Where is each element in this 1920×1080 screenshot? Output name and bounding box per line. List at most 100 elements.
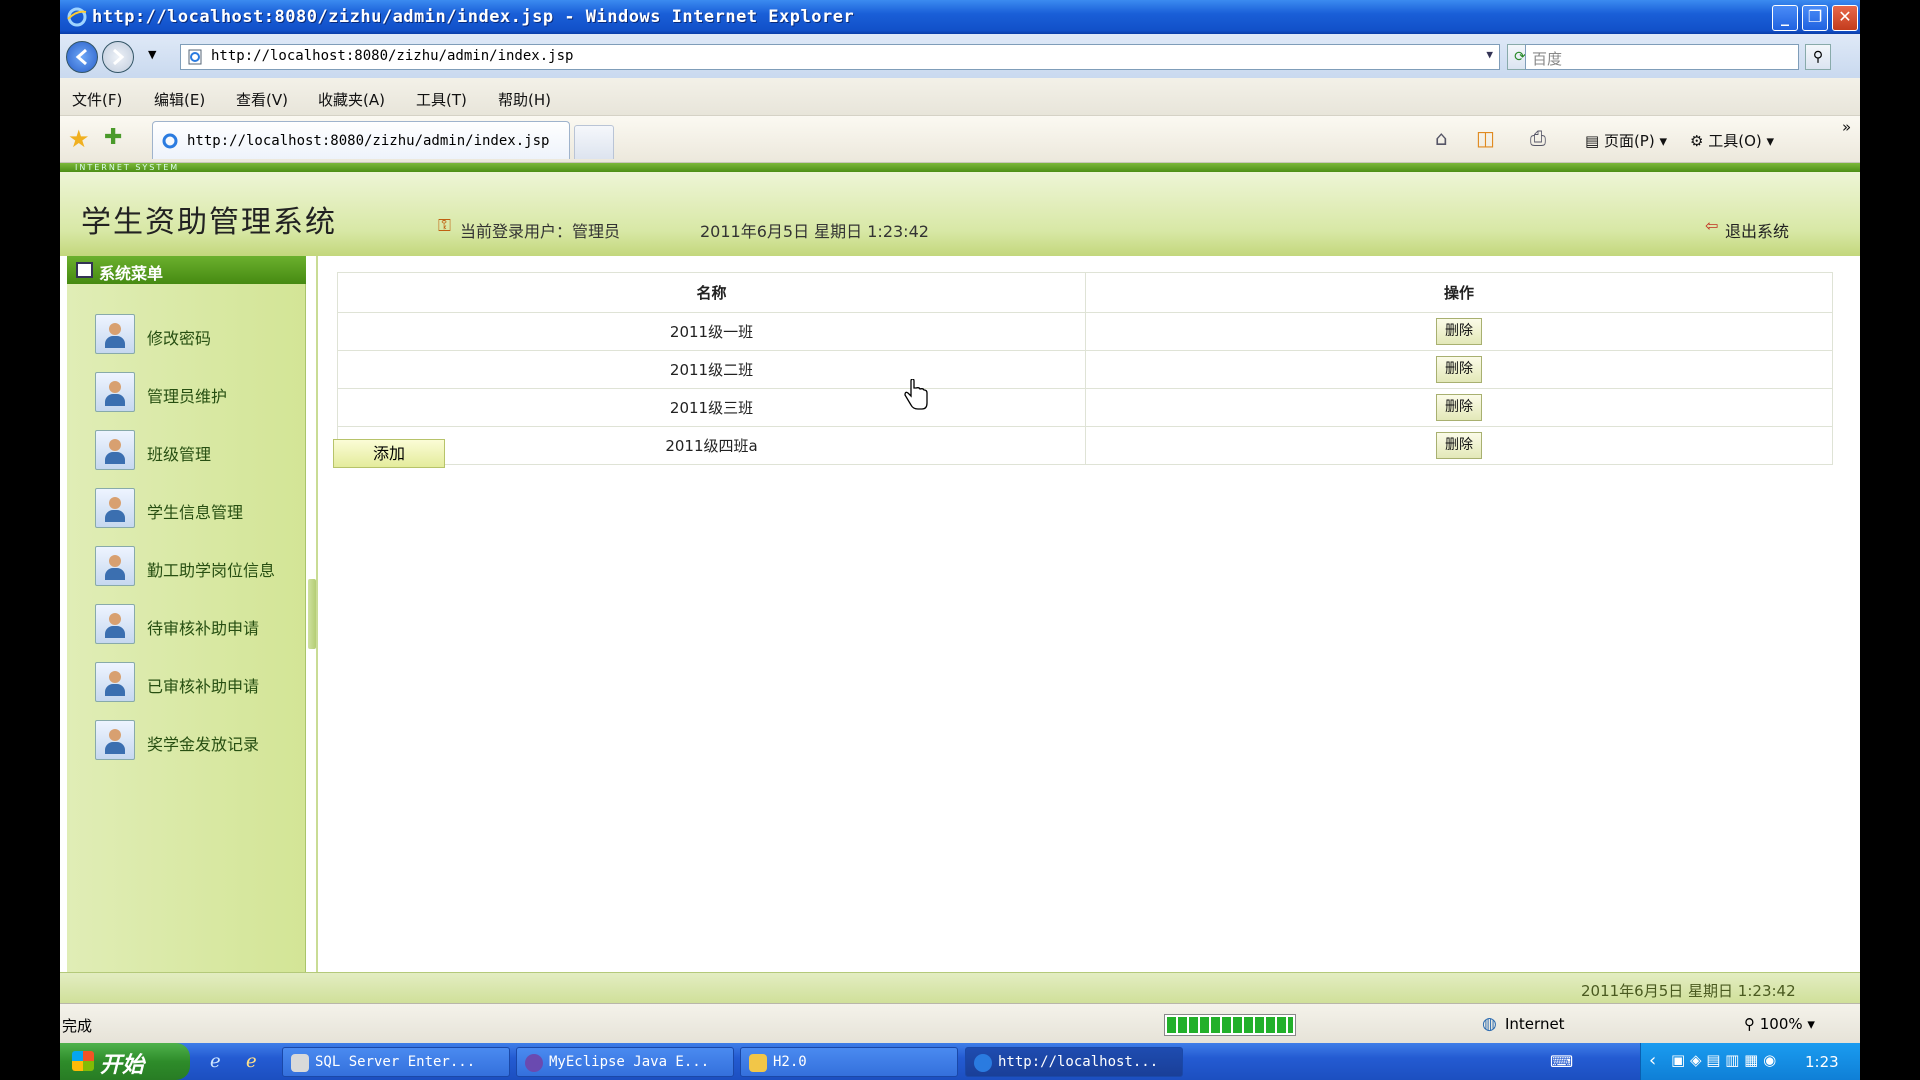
menu-edit[interactable]: 编辑(E) xyxy=(154,89,205,110)
user-card-icon xyxy=(95,488,135,528)
new-tab-button[interactable] xyxy=(574,125,614,159)
sidebar-item-label: 修改密码 xyxy=(147,329,212,348)
address-input[interactable]: http://localhost:8080/zizhu/admin/index.… xyxy=(180,44,1500,70)
window-titlebar[interactable]: http://localhost:8080/zizhu/admin/index.… xyxy=(60,0,1860,34)
tab-title: http://localhost:8080/zizhu/admin/index.… xyxy=(187,133,550,149)
folder-icon xyxy=(749,1054,767,1072)
forward-button[interactable] xyxy=(102,41,134,73)
add-favorite-icon[interactable]: ✚ xyxy=(104,125,122,150)
sidebar-item-scholarship-records[interactable]: 奖学金发放记录 xyxy=(95,720,295,762)
logout-link[interactable]: 退出系统 xyxy=(1725,218,1789,242)
minimize-button[interactable]: _ xyxy=(1772,5,1798,31)
logout-icon: ⇦ xyxy=(1705,216,1719,235)
favorites-star-icon[interactable]: ★ xyxy=(68,125,90,153)
quicklaunch-ie2-icon[interactable]: ℯ xyxy=(246,1051,257,1072)
sidebar-item-class-management[interactable]: 班级管理 xyxy=(95,430,295,472)
ie-icon xyxy=(974,1054,992,1072)
progress-fill xyxy=(1167,1017,1293,1033)
zoom-control[interactable]: ⚲ 100% ▾ xyxy=(1744,1015,1815,1033)
task-h20-folder[interactable]: H2.0 xyxy=(740,1047,958,1077)
app-footer: 2011年6月5日 星期日 1:23:42 xyxy=(60,972,1860,1003)
banner-strip: INTERNET SYSTEM xyxy=(60,163,1860,172)
globe-icon: ◍ xyxy=(1482,1014,1497,1034)
page-icon: ▤ xyxy=(1585,132,1604,150)
table-row: 2011级四班a 删除 xyxy=(337,426,1833,465)
search-icon: ⚲ xyxy=(1812,49,1824,65)
delete-button[interactable]: 删除 xyxy=(1436,394,1482,421)
search-input[interactable]: 百度 xyxy=(1525,44,1799,70)
tray-expand-icon[interactable]: ‹ xyxy=(1649,1050,1656,1071)
task-label: http://localhost... xyxy=(998,1054,1159,1070)
menu-file[interactable]: 文件(F) xyxy=(72,89,122,110)
tools-menu[interactable]: ⚙ 工具(O) ▾ xyxy=(1690,130,1774,151)
menu-tools[interactable]: 工具(T) xyxy=(416,89,467,110)
screen: http://localhost:8080/zizhu/admin/index.… xyxy=(60,0,1860,1080)
add-button[interactable]: 添加 xyxy=(333,439,445,468)
address-row: ▼ http://localhost:8080/zizhu/admin/inde… xyxy=(60,34,1860,78)
start-label: 开始 xyxy=(100,1053,145,1078)
back-button[interactable] xyxy=(66,41,98,73)
sidebar-header-label: 系统菜单 xyxy=(99,264,164,283)
sidebar-item-reviewed-subsidy[interactable]: 已审核补助申请 xyxy=(95,662,295,704)
main-content: 名称 操作 2011级一班 删除 2011级二班 删除 2011级三班 删除 2… xyxy=(316,256,1854,972)
search-button[interactable]: ⚲ xyxy=(1805,44,1831,70)
keyboard-icon[interactable]: ⌨ xyxy=(1550,1052,1573,1071)
start-button[interactable]: 开始 xyxy=(60,1043,190,1080)
user-card-icon xyxy=(95,604,135,644)
quicklaunch-ie-icon[interactable]: ℯ xyxy=(210,1051,221,1072)
sidebar-item-label: 管理员维护 xyxy=(147,387,228,406)
delete-button[interactable]: 删除 xyxy=(1436,356,1482,383)
sidebar-item-student-info[interactable]: 学生信息管理 xyxy=(95,488,295,530)
maximize-button[interactable]: ❐ xyxy=(1802,5,1828,31)
address-dropdown-icon[interactable]: ▼ xyxy=(1486,48,1493,61)
close-button[interactable]: ✕ xyxy=(1832,5,1858,31)
menu-bar: 文件(F) 编辑(E) 查看(V) 收藏夹(A) 工具(T) 帮助(H) xyxy=(60,78,1860,116)
page-menu[interactable]: ▤ 页面(P) ▾ xyxy=(1585,130,1667,151)
sidebar-item-label: 勤工助学岗位信息 xyxy=(147,561,276,580)
class-name-cell: 2011级三班 xyxy=(337,388,1086,427)
task-myeclipse[interactable]: MyEclipse Java E... xyxy=(516,1047,734,1077)
status-bar: 完成 ◍ Internet ⚲ 100% ▾ xyxy=(60,1003,1860,1043)
sidebar-item-work-study-jobs[interactable]: 勤工助学岗位信息 xyxy=(95,546,295,588)
home-icon[interactable]: ⌂ xyxy=(1435,126,1448,150)
print-icon[interactable]: ⎙ xyxy=(1530,126,1546,150)
gear-icon: ⚙ xyxy=(1690,132,1709,150)
delete-button[interactable]: 删除 xyxy=(1436,432,1482,459)
more-commands-icon[interactable]: » xyxy=(1842,118,1851,136)
sidebar-header: 系统菜单 xyxy=(67,256,306,284)
hand-cursor-icon xyxy=(904,379,928,410)
feeds-icon[interactable]: ◫ xyxy=(1476,126,1495,150)
table-row: 2011级一班 删除 xyxy=(337,312,1833,351)
sidebar: 系统菜单 修改密码 管理员维护 班级管理 学生信息管理 勤工助学岗位信息 待审核… xyxy=(67,256,306,972)
menu-favorites[interactable]: 收藏夹(A) xyxy=(318,89,385,110)
status-text: 完成 xyxy=(62,1017,93,1035)
user-card-icon xyxy=(95,720,135,760)
action-cell: 删除 xyxy=(1085,350,1833,389)
class-table: 名称 操作 2011级一班 删除 2011级二班 删除 2011级三班 删除 2… xyxy=(337,272,1833,465)
table-row: 2011级二班 删除 xyxy=(337,350,1833,389)
action-cell: 删除 xyxy=(1085,312,1833,351)
tab-current[interactable]: http://localhost:8080/zizhu/admin/index.… xyxy=(152,121,570,159)
sidebar-item-label: 已审核补助申请 xyxy=(147,677,260,696)
menu-help[interactable]: 帮助(H) xyxy=(498,89,551,110)
task-sql-server[interactable]: SQL Server Enter... xyxy=(282,1047,510,1077)
sidebar-item-admin-maintenance[interactable]: 管理员维护 xyxy=(95,372,295,414)
sidebar-item-pending-subsidy[interactable]: 待审核补助申请 xyxy=(95,604,295,646)
magnifier-icon: ⚲ xyxy=(1744,1015,1760,1033)
user-card-icon xyxy=(95,662,135,702)
page-icon xyxy=(188,49,202,65)
task-ie-localhost[interactable]: http://localhost... xyxy=(965,1047,1183,1077)
sidebar-item-label: 待审核补助申请 xyxy=(147,619,260,638)
history-dropdown-icon[interactable]: ▼ xyxy=(148,48,156,61)
sidebar-item-change-password[interactable]: 修改密码 xyxy=(95,314,295,356)
ie-logo-icon xyxy=(67,7,87,27)
tray-app-icons[interactable]: ▣ ◈ ▤ ▥ ▦ ◉ xyxy=(1671,1051,1776,1069)
sidebar-item-label: 奖学金发放记录 xyxy=(147,735,260,754)
sidebar-splitter[interactable] xyxy=(308,579,316,649)
menu-view[interactable]: 查看(V) xyxy=(236,89,288,110)
action-cell: 删除 xyxy=(1085,388,1833,427)
tab-bar: ★ ✚ http://localhost:8080/zizhu/admin/in… xyxy=(60,116,1860,163)
forward-arrow-icon xyxy=(113,48,125,66)
delete-button[interactable]: 删除 xyxy=(1436,318,1482,345)
address-text: http://localhost:8080/zizhu/admin/index.… xyxy=(211,48,574,64)
